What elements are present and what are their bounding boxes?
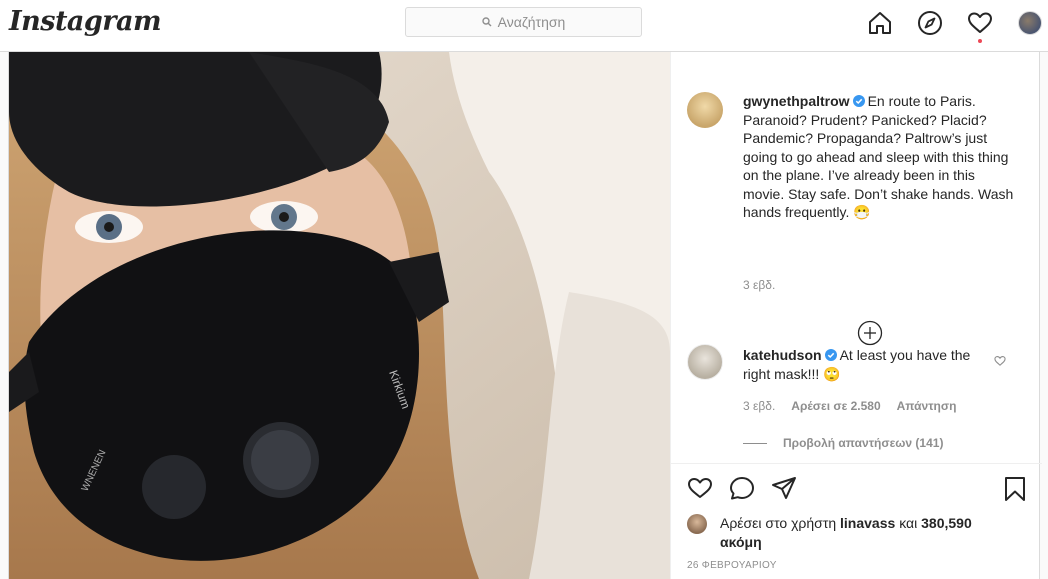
post-sidebar: gwynethpaltrow En route to Paris. Paranoi… bbox=[670, 52, 1042, 579]
selfie-image: Kirkium WNENEN bbox=[9, 52, 670, 579]
reply-button[interactable]: Απάντηση bbox=[897, 399, 957, 413]
post-actions: Αρέσει στο χρήστη linavass και 380,590 α… bbox=[671, 463, 1042, 579]
comment-like-button[interactable] bbox=[994, 354, 1006, 372]
commenter-username[interactable]: katehudson bbox=[743, 347, 822, 363]
top-navigation-bar: Instagram Αναζήτηση bbox=[0, 0, 1048, 52]
heart-icon bbox=[688, 478, 712, 498]
avatar bbox=[1018, 11, 1042, 35]
view-replies-button[interactable]: Προβολή απαντήσεων (141) bbox=[743, 436, 943, 450]
post-photo[interactable]: Kirkium WNENEN bbox=[9, 52, 670, 579]
instagram-logo[interactable]: Instagram bbox=[9, 6, 162, 37]
divider-line bbox=[743, 442, 767, 444]
likes-prefix: Αρέσει στο χρήστη bbox=[720, 515, 837, 531]
comment-likes[interactable]: Αρέσει σε 2.580 bbox=[791, 399, 880, 413]
post-container: Kirkium WNENEN gwynethpaltrow En route to… bbox=[8, 52, 1042, 579]
send-icon bbox=[772, 477, 796, 499]
comment-text-block: katehudson At least you have the right ma… bbox=[743, 346, 983, 384]
home-icon[interactable] bbox=[866, 9, 894, 37]
author-avatar[interactable] bbox=[687, 92, 723, 128]
notification-dot bbox=[978, 39, 982, 43]
verified-badge-icon bbox=[852, 95, 865, 107]
view-replies-label: Προβολή απαντήσεων (141) bbox=[783, 436, 944, 450]
caption-text: En route to Paris. Paranoid? Prudent? Pa… bbox=[743, 93, 1014, 220]
comment-button[interactable] bbox=[729, 476, 755, 505]
commenter-avatar[interactable] bbox=[687, 344, 723, 380]
plus-circle-icon bbox=[857, 320, 883, 346]
liker-avatar[interactable] bbox=[687, 514, 707, 534]
caption-text-block: gwynethpaltrow En route to Paris. Paranoi… bbox=[743, 92, 1019, 222]
search-icon bbox=[481, 17, 492, 27]
liker-username[interactable]: linavass bbox=[840, 515, 895, 531]
comment-bubble-icon bbox=[730, 477, 754, 500]
verified-badge-icon bbox=[824, 349, 837, 361]
heart-icon bbox=[994, 356, 1006, 366]
likes-and: και bbox=[899, 515, 918, 531]
comment-timestamp[interactable]: 3 εβδ. bbox=[743, 399, 775, 413]
search-input[interactable]: Αναζήτηση bbox=[405, 7, 642, 37]
comment-meta: 3 εβδ. Αρέσει σε 2.580 Απάντηση bbox=[743, 399, 972, 413]
bookmark-icon bbox=[1005, 477, 1025, 501]
activity-heart-icon[interactable] bbox=[966, 9, 994, 43]
save-button[interactable] bbox=[1004, 476, 1026, 507]
like-button[interactable] bbox=[687, 476, 713, 505]
post-date[interactable]: 26 ΦΕΒΡΟΥΑΡΙΟΥ bbox=[687, 560, 777, 571]
author-username[interactable]: gwynethpaltrow bbox=[743, 93, 850, 109]
caption-timestamp[interactable]: 3 εβδ. bbox=[743, 278, 775, 292]
share-button[interactable] bbox=[771, 476, 797, 505]
action-buttons bbox=[687, 476, 797, 505]
profile-avatar[interactable] bbox=[1016, 9, 1044, 37]
explore-icon[interactable] bbox=[916, 9, 944, 37]
search-placeholder: Αναζήτηση bbox=[497, 14, 566, 30]
nav-icons bbox=[866, 9, 1044, 43]
likes-text: Αρέσει στο χρήστη linavass και 380,590 α… bbox=[720, 514, 980, 552]
